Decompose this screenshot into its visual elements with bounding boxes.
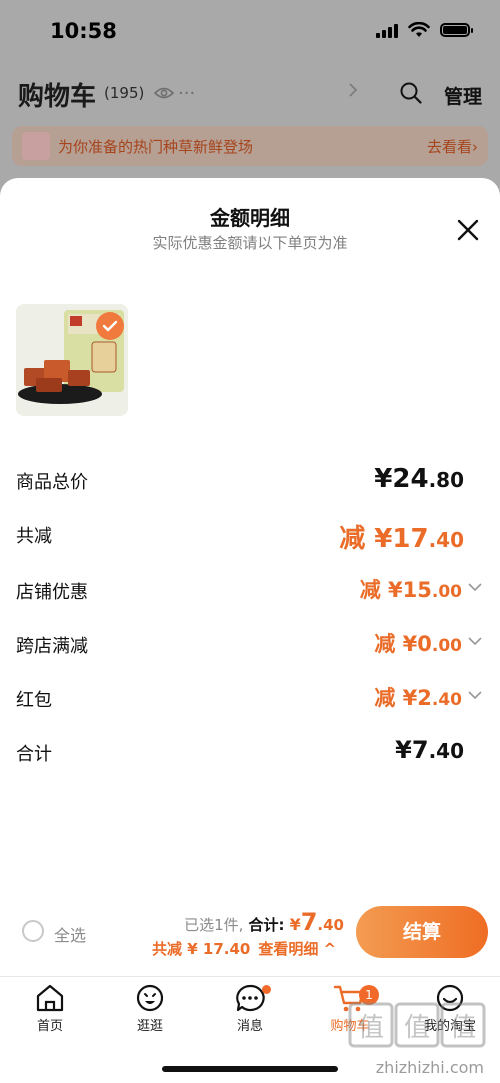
- svg-text:值: 值: [450, 1013, 476, 1043]
- view-detail-toggle[interactable]: 查看明细 ^: [258, 940, 336, 958]
- close-icon[interactable]: [454, 216, 482, 244]
- row-value: 减 ¥0.00: [374, 632, 462, 656]
- sheet-subtitle: 实际优惠金额请以下单页为准: [152, 234, 348, 252]
- row-value: 减 ¥17.40: [339, 524, 464, 554]
- select-all-radio[interactable]: [22, 920, 44, 942]
- wifi-icon: [408, 22, 430, 37]
- search-icon[interactable]: [400, 82, 422, 104]
- row-label: 店铺优惠: [16, 582, 88, 603]
- tab-home[interactable]: 首页: [10, 983, 90, 1043]
- chevron-down-icon[interactable]: [468, 636, 482, 646]
- select-all-label[interactable]: 全选: [54, 922, 86, 946]
- manage-button[interactable]: 管理: [444, 82, 482, 109]
- status-time: 10:58: [50, 19, 117, 43]
- tab-label: 首页: [36, 1019, 63, 1034]
- row-grand-total: 合计 ¥7.40: [16, 732, 484, 772]
- row-value: ¥7.40: [395, 736, 464, 764]
- watermark-logo: 值 值 值: [348, 1002, 486, 1048]
- checkout-button[interactable]: 结算: [356, 906, 488, 958]
- promo-link-label: 去看看: [426, 138, 472, 156]
- address-ellipsis[interactable]: ...: [178, 78, 195, 99]
- row-total-reduction: 共减 减 ¥17.40: [16, 514, 484, 554]
- status-icons: [376, 22, 473, 38]
- explore-icon: [136, 984, 164, 1012]
- home-icon: [36, 984, 64, 1012]
- selected-check-icon[interactable]: [96, 312, 124, 340]
- promo-banner[interactable]: 为你准备的热门种草新鲜登场 去看看›: [12, 126, 488, 166]
- selected-count: 已选1件,: [184, 916, 244, 934]
- background-cart-page: 10:58 购物车 (195) ... 管理 为你准备的热门种草新鲜登场 去看看…: [0, 0, 500, 200]
- promo-link-arrow: ›: [472, 138, 478, 156]
- notification-dot: [262, 985, 271, 994]
- row-value: ¥24.80: [374, 464, 464, 494]
- battery-icon: [440, 23, 473, 37]
- row-label: 共减: [16, 526, 52, 547]
- row-goods-total: 商品总价 ¥24.80: [16, 460, 484, 500]
- row-value: 减 ¥15.00: [359, 578, 462, 602]
- row-value: 减 ¥2.40: [374, 686, 462, 710]
- home-indicator: [162, 1066, 338, 1072]
- sheet-title: 金额明细: [210, 206, 290, 230]
- row-label: 合计: [16, 744, 52, 765]
- svg-text:值: 值: [404, 1013, 430, 1043]
- cart-header: 购物车 (195) ... 管理: [0, 72, 500, 116]
- cart-count: (195): [104, 84, 145, 102]
- reduction-summary: 共减 ¥ 17.40 查看明细 ^: [152, 938, 336, 959]
- promo-banner-link[interactable]: 去看看›: [427, 136, 478, 157]
- row-shop-discount[interactable]: 店铺优惠 减 ¥15.00: [16, 570, 484, 610]
- cellular-signal-icon: [376, 22, 398, 38]
- promo-thumbnail: [22, 132, 50, 160]
- chevron-down-icon[interactable]: [468, 690, 482, 700]
- chevron-down-icon[interactable]: [468, 582, 482, 592]
- total-value: ¥7.40: [289, 908, 344, 936]
- checkout-bar: 全选 已选1件, 合计: ¥7.40 共减 ¥ 17.40 查看明细 ^ 结算: [0, 890, 500, 976]
- status-bar: 10:58: [0, 0, 500, 64]
- cart-title: 购物车: [18, 82, 97, 112]
- watermark-text: zhizhizhi.com: [375, 1058, 484, 1077]
- row-label: 商品总价: [16, 472, 88, 493]
- tab-explore[interactable]: 逛逛: [110, 983, 190, 1043]
- svg-text:值: 值: [358, 1013, 384, 1043]
- tab-messages[interactable]: 消息: [210, 983, 290, 1043]
- row-cross-store-discount[interactable]: 跨店满减 减 ¥0.00: [16, 624, 484, 664]
- row-label: 红包: [16, 690, 52, 711]
- total-summary: 已选1件, 合计: ¥7.40: [184, 908, 344, 936]
- eye-icon[interactable]: [154, 86, 174, 100]
- chevron-right-icon[interactable]: [348, 82, 358, 98]
- row-red-packet[interactable]: 红包 减 ¥2.40: [16, 678, 484, 718]
- tab-label: 消息: [236, 1019, 263, 1034]
- promo-banner-text: 为你准备的热门种草新鲜登场: [58, 138, 254, 156]
- tab-label: 逛逛: [136, 1019, 163, 1034]
- row-label: 跨店满减: [16, 636, 88, 657]
- reduction-amount: 共减 ¥ 17.40: [152, 940, 251, 958]
- total-label: 合计:: [248, 916, 285, 934]
